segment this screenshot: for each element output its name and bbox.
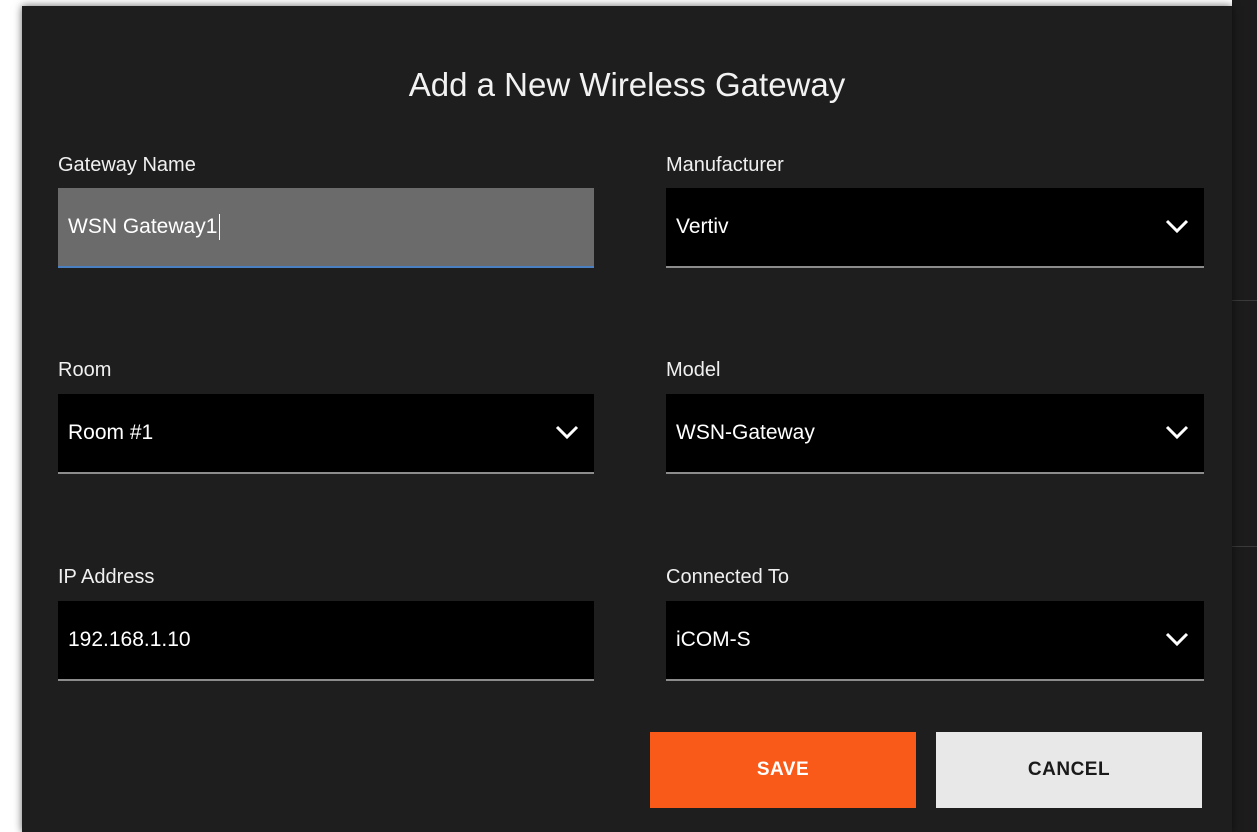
ip-address-value: 192.168.1.10 bbox=[68, 628, 191, 651]
manufacturer-value: Vertiv bbox=[676, 215, 729, 238]
room-label: Room bbox=[58, 359, 112, 381]
save-button[interactable]: SAVE bbox=[650, 732, 916, 808]
connected-to-select[interactable]: iCOM-S bbox=[666, 601, 1204, 681]
dialog-title: Add a New Wireless Gateway bbox=[408, 66, 846, 103]
chevron-down-icon bbox=[1165, 219, 1189, 234]
background-divider bbox=[1232, 300, 1257, 301]
manufacturer-select[interactable]: Vertiv bbox=[666, 188, 1204, 268]
add-gateway-dialog: Add a New Wireless Gateway Gateway Name … bbox=[22, 6, 1232, 832]
connected-to-label: Connected To bbox=[666, 566, 790, 588]
gateway-name-input[interactable]: WSN Gateway1 bbox=[58, 188, 594, 268]
gateway-name-label: Gateway Name bbox=[58, 154, 196, 176]
model-value: WSN-Gateway bbox=[676, 421, 815, 444]
room-select[interactable]: Room #1 bbox=[58, 394, 594, 474]
connected-to-value: iCOM-S bbox=[676, 628, 751, 651]
background-panel bbox=[1232, 0, 1257, 832]
ip-address-label: IP Address bbox=[58, 566, 155, 588]
model-select[interactable]: WSN-Gateway bbox=[666, 394, 1204, 474]
background-divider bbox=[1232, 546, 1257, 547]
room-value: Room #1 bbox=[68, 421, 154, 444]
model-label: Model bbox=[666, 359, 721, 381]
cancel-button[interactable]: CANCEL bbox=[936, 732, 1202, 808]
chevron-down-icon bbox=[555, 425, 579, 440]
gateway-name-value: WSN Gateway1 bbox=[68, 188, 221, 266]
text-cursor bbox=[219, 214, 221, 241]
chevron-down-icon bbox=[1165, 632, 1189, 647]
ip-address-input[interactable]: 192.168.1.10 bbox=[58, 601, 594, 681]
manufacturer-label: Manufacturer bbox=[666, 154, 784, 176]
chevron-down-icon bbox=[1165, 425, 1189, 440]
